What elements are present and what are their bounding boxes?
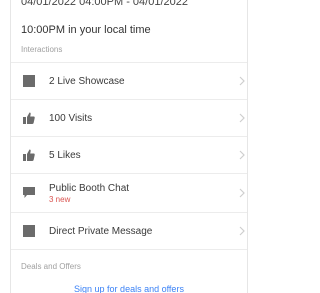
interaction-item-direct-private-message[interactable]: Direct Private Message (11, 212, 247, 249)
interaction-label: 5 Likes (49, 149, 81, 161)
interactions-section-label: Interactions (21, 45, 63, 54)
event-date-range: 04/01/2022 04:00PM - 04/01/2022 (21, 0, 188, 8)
chat-icon (23, 187, 35, 199)
interaction-label: 2 Live Showcase (49, 75, 125, 87)
chevron-right-icon (239, 226, 245, 236)
interaction-item-public-booth-chat[interactable]: Public Booth Chat 3 new (11, 173, 247, 212)
interaction-item-live-showcase[interactable]: 2 Live Showcase (11, 62, 247, 99)
thumbs-up-icon (23, 149, 35, 161)
interaction-label: Direct Private Message (49, 225, 153, 237)
chevron-right-icon (239, 76, 245, 86)
chevron-right-icon (239, 113, 245, 123)
interaction-label: Public Booth Chat (49, 182, 130, 194)
thumbs-up-icon (23, 112, 35, 124)
chevron-right-icon (239, 188, 245, 198)
section-divider (11, 249, 247, 250)
square-icon (23, 75, 35, 87)
new-messages-badge: 3 new (49, 194, 71, 204)
local-time: 10:00PM in your local time (21, 24, 151, 36)
event-detail-panel: 04/01/2022 04:00PM - 04/01/2022 10:00PM … (10, 0, 248, 293)
deals-section-label: Deals and Offers (21, 262, 81, 271)
interaction-label: 100 Visits (49, 112, 93, 124)
interaction-item-visits[interactable]: 100 Visits (11, 99, 247, 136)
interaction-item-likes[interactable]: 5 Likes (11, 136, 247, 173)
chevron-right-icon (239, 150, 245, 160)
square-icon (23, 225, 35, 237)
deals-signup-link[interactable]: Sign up for deals and offers (11, 284, 247, 293)
